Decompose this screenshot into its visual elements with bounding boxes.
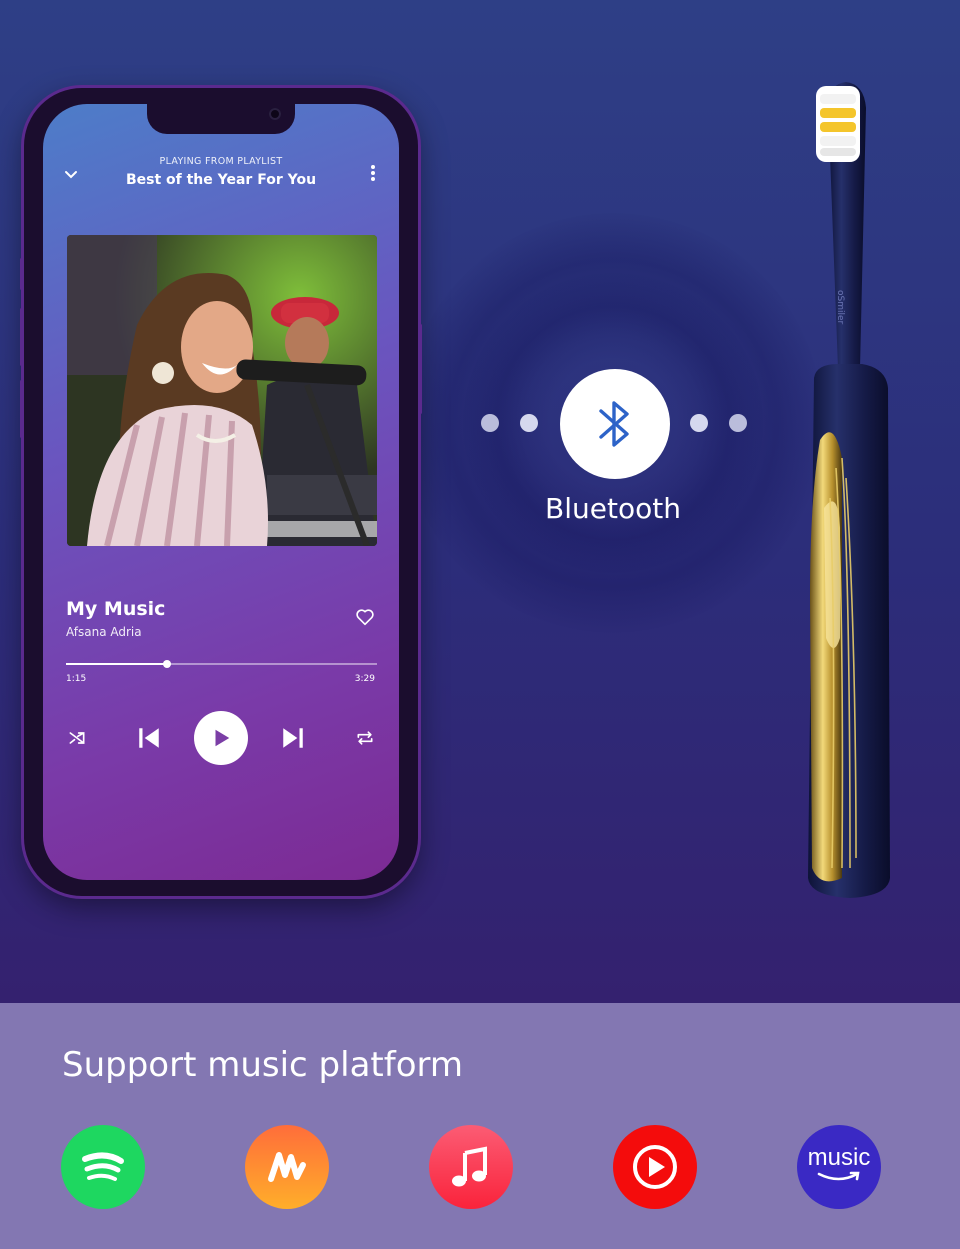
audiomack-app[interactable] xyxy=(245,1125,329,1209)
phone-side-button xyxy=(419,324,422,414)
play-button[interactable] xyxy=(194,711,248,765)
connection-dot xyxy=(729,414,747,432)
connection-dot xyxy=(481,414,499,432)
amazon-music-label: music xyxy=(807,1144,871,1171)
shuffle-icon xyxy=(69,732,85,744)
play-icon xyxy=(215,729,230,747)
total-time: 3:29 xyxy=(354,674,375,684)
skip-next-icon xyxy=(283,728,303,748)
current-time: 1:15 xyxy=(66,674,87,684)
phone-notch xyxy=(147,104,295,134)
progress-bar[interactable] xyxy=(66,660,377,668)
shuffle-button[interactable] xyxy=(66,727,88,749)
toothbrush-brand-text: oSmiler xyxy=(835,290,845,325)
apple-music-app[interactable] xyxy=(429,1125,513,1209)
repeat-button[interactable] xyxy=(354,727,376,749)
album-art-photo xyxy=(67,235,377,546)
electric-toothbrush: oSmiler xyxy=(808,82,890,898)
skip-previous-icon xyxy=(139,728,159,748)
next-button[interactable] xyxy=(279,724,307,752)
like-button[interactable] xyxy=(354,606,376,628)
platforms-title: Support music platform xyxy=(62,1045,464,1085)
youtube-music-app[interactable] xyxy=(613,1125,697,1209)
playlist-title: Best of the Year For You xyxy=(125,172,317,188)
spotify-icon xyxy=(82,1152,124,1181)
phone-side-button xyxy=(20,308,23,366)
front-camera xyxy=(269,108,281,120)
previous-button[interactable] xyxy=(135,724,163,752)
audiomack-icon xyxy=(268,1152,306,1182)
bluetooth-badge xyxy=(560,369,670,479)
connection-dot xyxy=(520,414,538,432)
connection-dot xyxy=(690,414,708,432)
more-vertical-icon xyxy=(371,165,375,181)
music-player-screen: PLAYING FROM PLAYLIST Best of the Year F… xyxy=(43,104,399,880)
more-options-button[interactable] xyxy=(365,162,381,184)
phone-side-button xyxy=(20,380,23,438)
song-title: My Music xyxy=(66,598,166,620)
amazon-smile-icon xyxy=(817,1171,860,1181)
heart-icon xyxy=(356,609,374,626)
album-art xyxy=(67,235,377,546)
progress-handle[interactable] xyxy=(163,660,172,668)
bluetooth-label: Bluetooth xyxy=(545,492,681,525)
smartphone: PLAYING FROM PLAYLIST Best of the Year F… xyxy=(20,88,422,896)
artist-name: Afsana Adria xyxy=(66,625,142,639)
youtube-music-icon xyxy=(633,1145,677,1189)
progress-fill xyxy=(66,663,168,665)
playing-from-label: PLAYING FROM PLAYLIST xyxy=(159,156,283,167)
bluetooth-icon xyxy=(599,401,629,447)
phone-side-button xyxy=(20,258,23,290)
apple-music-icon xyxy=(452,1146,487,1187)
amazon-music-app[interactable]: music xyxy=(797,1125,881,1209)
spotify-app[interactable] xyxy=(61,1125,145,1209)
repeat-icon xyxy=(357,731,373,745)
